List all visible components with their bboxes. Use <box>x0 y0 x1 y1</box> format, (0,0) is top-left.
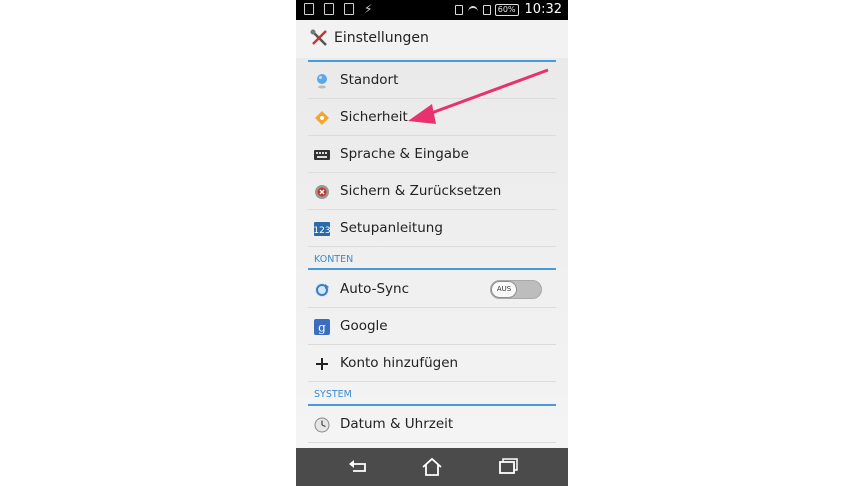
section-divider <box>308 404 556 406</box>
back-button[interactable] <box>346 456 370 478</box>
settings-list: Standort Sicherheit Sprache & Eingabe Si… <box>296 58 568 448</box>
settings-item-label: Sichern & Zurücksetzen <box>340 183 502 199</box>
backup-icon <box>315 185 329 199</box>
lock-icon <box>315 111 329 125</box>
settings-item-label: Sprache & Eingabe <box>340 146 469 162</box>
app-bar: Einstellungen <box>296 20 568 58</box>
phone-notification-icon <box>344 3 354 15</box>
page-title: Einstellungen <box>334 30 429 46</box>
settings-item-label: Auto-Sync <box>340 281 410 297</box>
settings-item-label: Google <box>340 318 388 334</box>
signal-icon <box>482 4 491 15</box>
toggle-knob: AUS <box>491 281 517 298</box>
navigation-bar <box>296 448 568 486</box>
wifi-icon <box>467 5 479 15</box>
settings-item-label: Konto hinzufügen <box>340 355 459 371</box>
section-divider <box>308 268 556 270</box>
location-icon <box>317 74 327 89</box>
settings-item-setupanleitung[interactable]: 123 Setupanleitung <box>308 211 556 247</box>
status-bar: ⚡ 60% 10:32 <box>296 0 568 20</box>
section-header-konten: KONTEN <box>314 254 354 265</box>
settings-item-standort[interactable]: Standort <box>308 63 556 99</box>
recent-apps-button[interactable] <box>496 456 520 478</box>
status-icons: 60% 10:32 <box>454 2 562 17</box>
keyboard-icon <box>314 150 330 160</box>
setup-guide-icon: 123 <box>314 222 330 236</box>
battery-icon: 60% <box>494 3 519 16</box>
google-icon: g <box>314 319 330 335</box>
auto-sync-toggle[interactable]: AUS <box>490 280 542 299</box>
settings-item-auto-sync[interactable]: Auto-Sync AUS <box>308 272 556 308</box>
sync-icon <box>315 283 329 297</box>
phone-screen: ⚡ 60% 10:32 Einstellungen Standort Siche… <box>296 0 568 486</box>
section-header-system: SYSTEM <box>314 389 352 400</box>
settings-item-label: Standort <box>340 72 399 88</box>
clock: 10:32 <box>524 2 562 17</box>
sim-icon <box>454 4 463 15</box>
settings-item-sichern[interactable]: Sichern & Zurücksetzen <box>308 174 556 210</box>
settings-item-label: Datum & Uhrzeit <box>340 416 454 432</box>
svg-text:g: g <box>318 321 326 335</box>
svg-text:123: 123 <box>314 226 330 236</box>
settings-item-label: Sicherheit <box>340 109 408 125</box>
charging-icon: ⚡ <box>364 2 373 16</box>
settings-item-label: Setupanleitung <box>340 220 443 236</box>
settings-item-datum-uhrzeit[interactable]: Datum & Uhrzeit <box>308 407 556 443</box>
notification-icons: ⚡ <box>304 3 372 15</box>
settings-item-sicherheit[interactable]: Sicherheit <box>308 100 556 136</box>
home-button[interactable] <box>420 456 444 478</box>
image-notification-icon <box>324 3 334 15</box>
notification-icon <box>304 3 314 15</box>
settings-item-google[interactable]: g Google <box>308 309 556 345</box>
settings-item-sprache[interactable]: Sprache & Eingabe <box>308 137 556 173</box>
settings-tools-icon <box>310 29 327 46</box>
settings-item-konto-hinzufuegen[interactable]: Konto hinzufügen <box>308 346 556 382</box>
clock-icon <box>314 417 330 433</box>
plus-icon <box>316 358 328 370</box>
section-divider <box>308 60 556 62</box>
